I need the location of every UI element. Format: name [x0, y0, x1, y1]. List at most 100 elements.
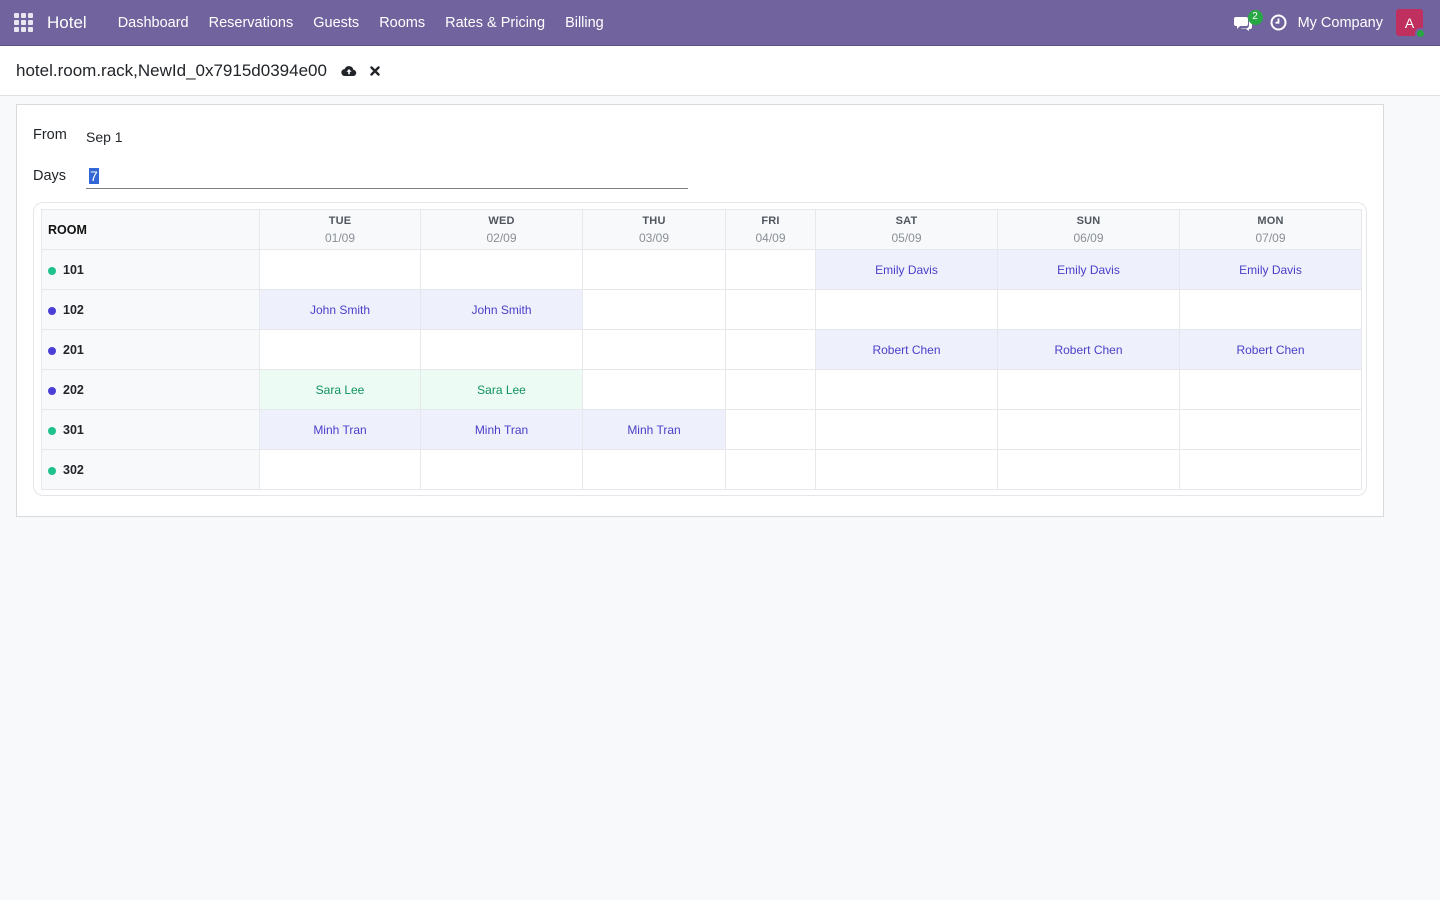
activity-button[interactable]: [1266, 0, 1292, 46]
menu-item-dashboard[interactable]: Dashboard: [108, 15, 199, 31]
user-avatar[interactable]: A: [1396, 9, 1426, 39]
room-rack-table: ROOM TUE 01/09 WED 02/09 THU 03/09 FRI 04/09 SAT…: [41, 209, 1362, 490]
messaging-button[interactable]: 2: [1228, 0, 1263, 46]
empty-cell[interactable]: [582, 289, 726, 330]
empty-cell[interactable]: [259, 329, 421, 370]
room-status-dot-icon: [48, 386, 56, 395]
day-name: FRI: [761, 214, 780, 227]
empty-cell[interactable]: [815, 409, 998, 450]
day-name: MON: [1257, 214, 1284, 227]
booking-cell[interactable]: Emily Davis: [1179, 249, 1362, 290]
booking-cell[interactable]: John Smith: [259, 289, 421, 330]
from-field: From Sep 1: [33, 125, 123, 145]
room-cell: 102: [41, 289, 260, 330]
apps-menu-button[interactable]: [0, 0, 46, 46]
booking-cell[interactable]: Robert Chen: [815, 329, 998, 370]
empty-cell[interactable]: [420, 249, 583, 290]
clock-icon: [1270, 14, 1287, 31]
menu-item-guests[interactable]: Guests: [303, 15, 369, 31]
booking-cell[interactable]: Robert Chen: [997, 329, 1180, 370]
online-status-icon: [1415, 28, 1426, 39]
day-date: 05/09: [891, 230, 922, 245]
day-name: SUN: [1076, 214, 1101, 227]
empty-cell[interactable]: [582, 369, 726, 410]
room-cell: 302: [41, 449, 260, 490]
navbar-systray: 2 My Company A: [1228, 0, 1440, 46]
room-number: 301: [63, 422, 84, 437]
menu-item-rooms[interactable]: Rooms: [369, 15, 435, 31]
menu-item-reservations[interactable]: Reservations: [199, 15, 304, 31]
day-column-header: WED 02/09: [420, 209, 583, 250]
empty-cell[interactable]: [259, 449, 421, 490]
save-button[interactable]: [340, 62, 358, 80]
empty-cell[interactable]: [420, 329, 583, 370]
room-row: 101 Emily Davis Emily Davis Emily Davis: [41, 249, 1362, 290]
empty-cell[interactable]: [997, 409, 1180, 450]
day-name: TUE: [328, 214, 352, 227]
booking-cell[interactable]: John Smith: [420, 289, 583, 330]
room-number: 302: [63, 462, 84, 477]
empty-cell[interactable]: [259, 249, 421, 290]
app-brand[interactable]: Hotel: [47, 13, 87, 33]
main-menu: Dashboard Reservations Guests Rooms Rate…: [108, 15, 614, 31]
day-column-header: TUE 01/09: [259, 209, 421, 250]
empty-cell[interactable]: [582, 329, 726, 370]
empty-cell[interactable]: [1179, 369, 1362, 410]
empty-cell[interactable]: [725, 369, 816, 410]
empty-cell[interactable]: [582, 449, 726, 490]
menu-item-rates-pricing[interactable]: Rates & Pricing: [435, 15, 555, 31]
control-panel: hotel.room.rack,NewId_0x7915d0394e00: [0, 46, 1440, 96]
day-column-header: SAT 05/09: [815, 209, 998, 250]
empty-cell[interactable]: [997, 289, 1180, 330]
empty-cell[interactable]: [815, 369, 998, 410]
empty-cell[interactable]: [725, 249, 816, 290]
day-column-header: THU 03/09: [582, 209, 726, 250]
day-date: 06/09: [1073, 230, 1104, 245]
empty-cell[interactable]: [420, 449, 583, 490]
booking-cell[interactable]: Robert Chen: [1179, 329, 1362, 370]
days-input[interactable]: 7: [86, 163, 688, 189]
empty-cell[interactable]: [1179, 449, 1362, 490]
booking-cell[interactable]: Sara Lee: [259, 369, 421, 410]
record-title: hotel.room.rack,NewId_0x7915d0394e00: [16, 60, 327, 80]
empty-cell[interactable]: [1179, 409, 1362, 450]
empty-cell[interactable]: [815, 449, 998, 490]
empty-cell[interactable]: [725, 329, 816, 370]
company-switcher[interactable]: My Company: [1298, 15, 1383, 31]
room-cell: 202: [41, 369, 260, 410]
booking-cell[interactable]: Emily Davis: [815, 249, 998, 290]
days-label: Days: [33, 168, 67, 184]
room-status-dot-icon: [48, 466, 56, 475]
empty-cell[interactable]: [725, 409, 816, 450]
empty-cell[interactable]: [997, 369, 1180, 410]
from-value[interactable]: Sep 1: [86, 129, 123, 145]
day-name: WED: [488, 214, 515, 227]
room-status-dot-icon: [48, 306, 56, 315]
form-sheet: From Sep 1 Days 7 ROOM TUE 01/09 WED 02/09 T…: [16, 104, 1384, 517]
empty-cell[interactable]: [582, 249, 726, 290]
menu-item-billing[interactable]: Billing: [555, 15, 614, 31]
close-icon: [370, 65, 380, 76]
booking-cell[interactable]: Minh Tran: [582, 409, 726, 450]
booking-cell[interactable]: Minh Tran: [259, 409, 421, 450]
room-cell: 301: [41, 409, 260, 450]
room-row: 202 Sara Lee Sara Lee: [41, 369, 1362, 410]
empty-cell[interactable]: [815, 289, 998, 330]
empty-cell[interactable]: [725, 449, 816, 490]
booking-cell[interactable]: Emily Davis: [997, 249, 1180, 290]
day-date: 04/09: [755, 230, 786, 245]
days-input-value: 7: [89, 167, 99, 184]
booking-cell[interactable]: Minh Tran: [420, 409, 583, 450]
room-rack: ROOM TUE 01/09 WED 02/09 THU 03/09 FRI 04/09 SAT…: [33, 202, 1367, 496]
booking-cell[interactable]: Sara Lee: [420, 369, 583, 410]
room-row: 102 John Smith John Smith: [41, 289, 1362, 330]
room-status-dot-icon: [48, 346, 56, 355]
empty-cell[interactable]: [1179, 289, 1362, 330]
days-field: Days 7: [33, 163, 688, 189]
empty-cell[interactable]: [725, 289, 816, 330]
day-date: 02/09: [486, 230, 517, 245]
empty-cell[interactable]: [997, 449, 1180, 490]
room-row: 301 Minh Tran Minh Tran Minh Tran: [41, 409, 1362, 450]
discard-button[interactable]: [366, 62, 384, 80]
room-number: 201: [63, 342, 84, 357]
